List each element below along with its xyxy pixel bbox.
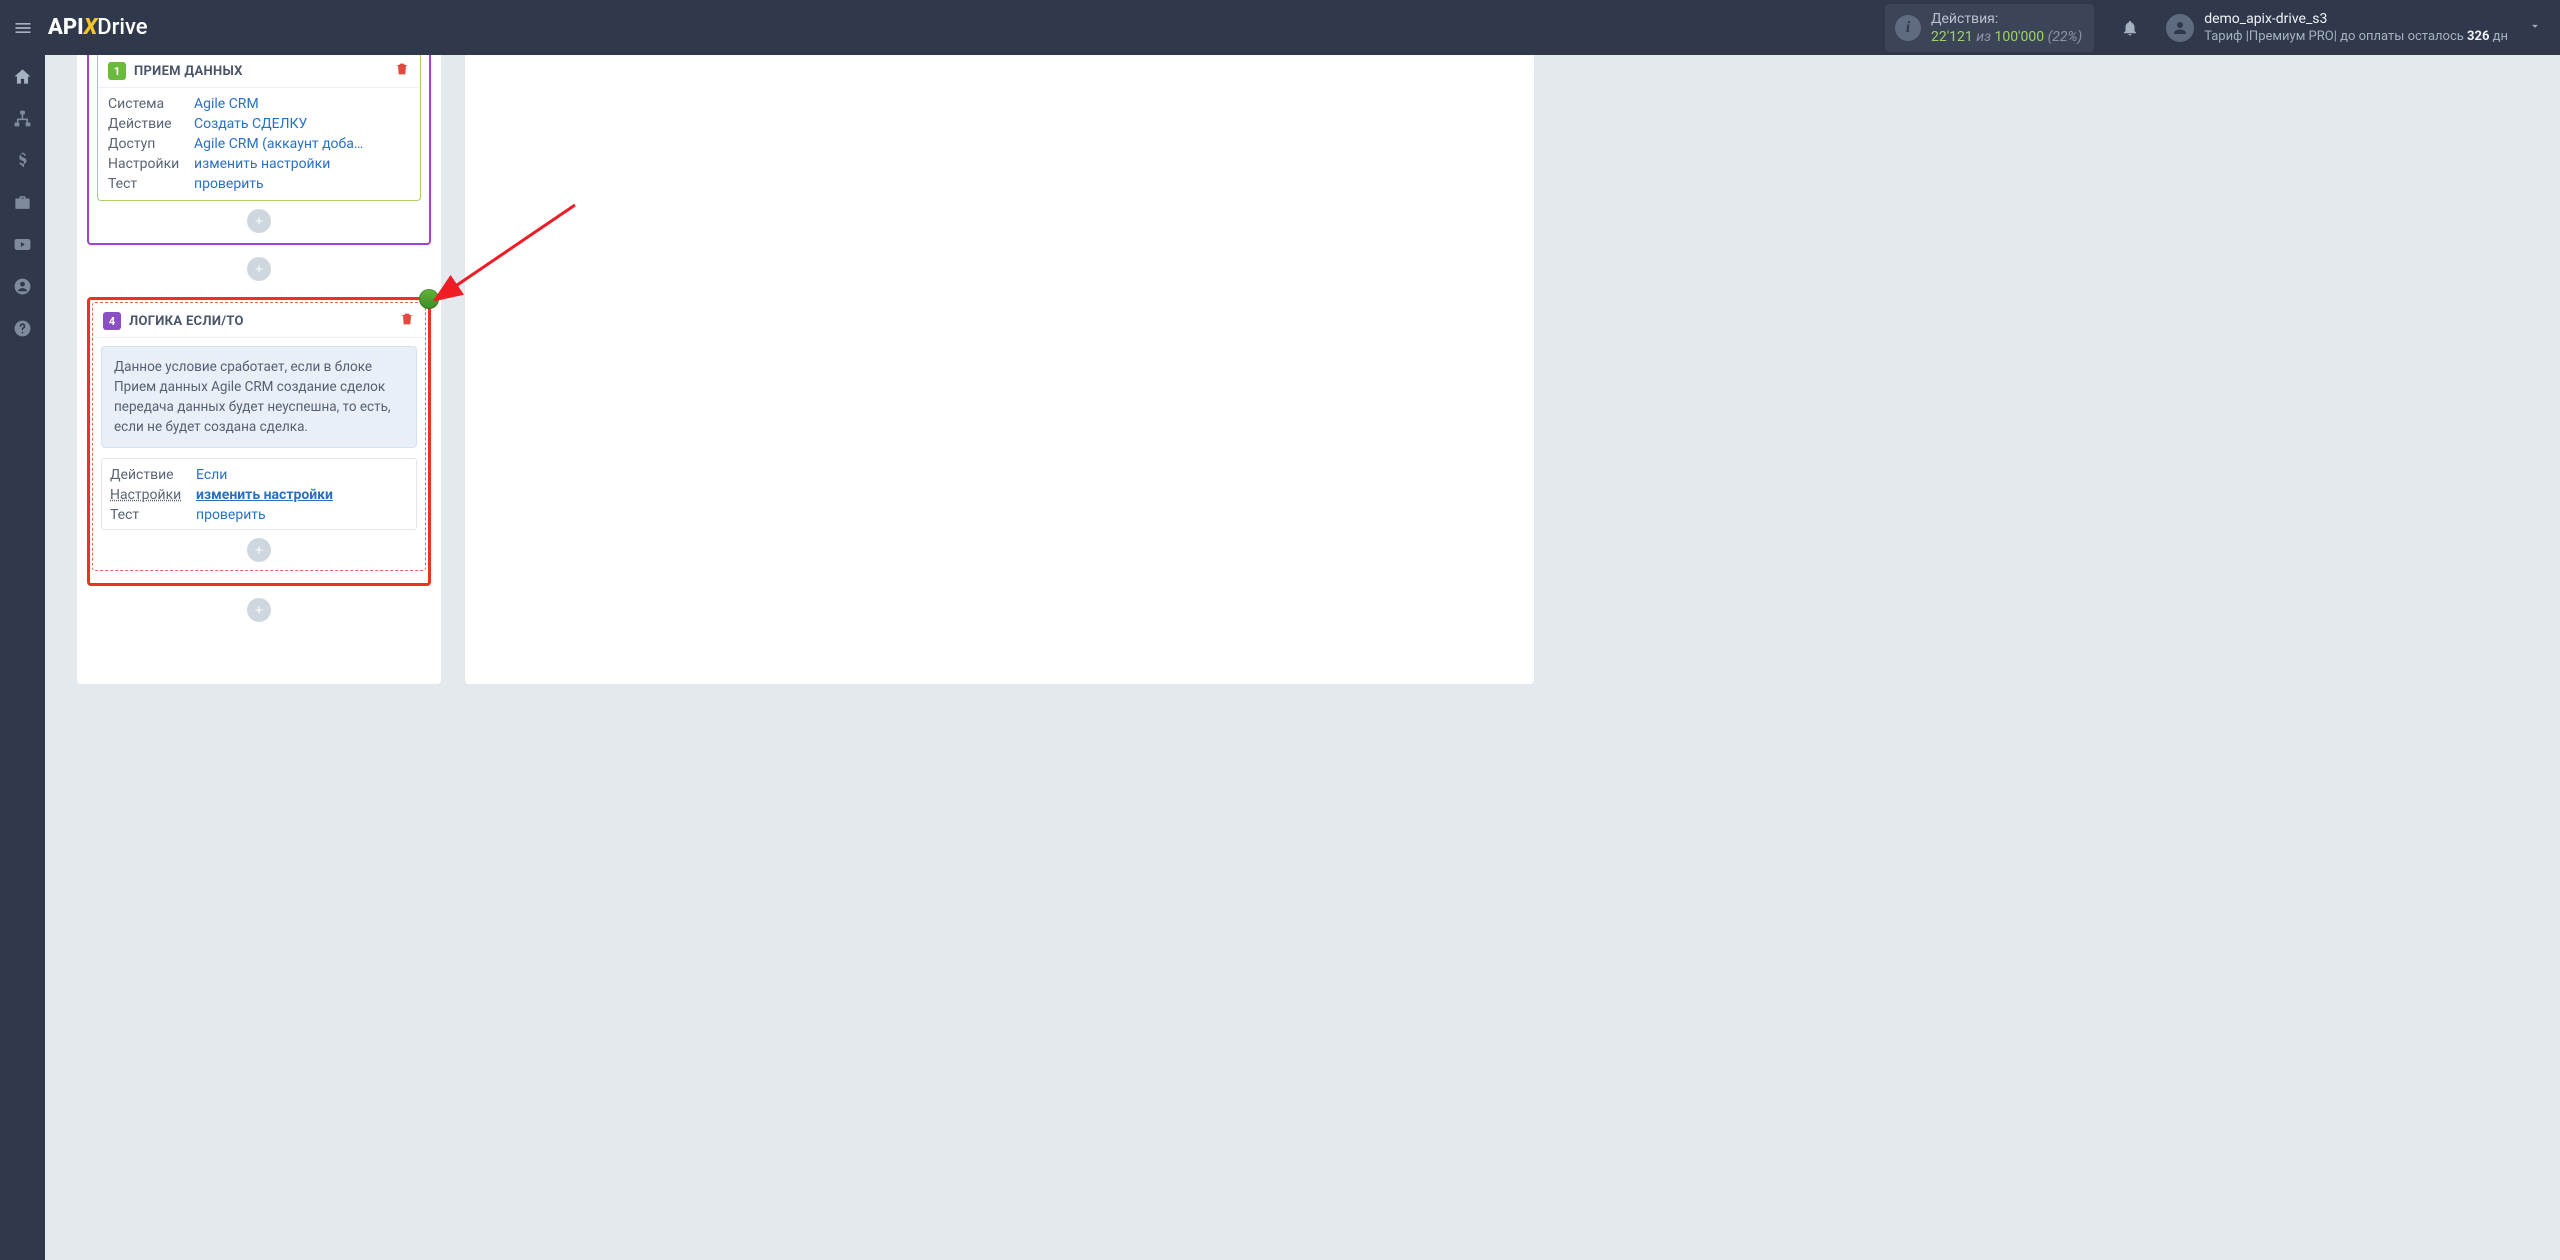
kv-key: Тест [108, 176, 194, 192]
add-inner-button[interactable] [247, 209, 271, 233]
kv-key: Настройки [110, 487, 196, 503]
status-dot-green [419, 289, 439, 309]
sidebar-briefcase-icon[interactable] [0, 181, 45, 223]
block2-badge: 4 [103, 312, 121, 330]
left-panel: 1 ПРИЕМ ДАННЫХ СистемаAgile CRM Действие… [77, 55, 441, 684]
block-logic-ifthen: 4 ЛОГИКА ЕСЛИ/ТО Данное условие сработае… [87, 297, 431, 586]
user-menu[interactable]: demo_apix-drive_s3 Тариф |Премиум PRO| д… [2166, 11, 2548, 45]
block2-title: ЛОГИКА ЕСЛИ/ТО [129, 314, 244, 329]
kv-val-test[interactable]: проверить [196, 507, 408, 523]
logo-api: API [48, 15, 84, 40]
block2-description: Данное условие сработает, если в блоке П… [101, 346, 417, 448]
menu-hamburger-icon[interactable] [0, 0, 45, 55]
actions-values: 22'121 из 100'000 (22%) [1931, 28, 2082, 46]
header: APIXDrive i Действия: 22'121 из 100'000 … [0, 0, 2560, 55]
add-inner-button[interactable] [247, 538, 271, 562]
kv-val-if[interactable]: Если [196, 467, 408, 483]
kv-key: Действие [108, 116, 194, 132]
trash-icon[interactable] [399, 311, 415, 331]
block2-table: ДействиеЕсли Настройкиизменить настройки… [101, 458, 417, 530]
avatar-icon [2166, 14, 2194, 42]
info-icon: i [1895, 15, 1921, 41]
sidebar-home-icon[interactable] [0, 55, 45, 97]
kv-val-system[interactable]: Agile CRM [194, 96, 410, 112]
kv-key: Система [108, 96, 194, 112]
sidebar-connections-icon[interactable] [0, 97, 45, 139]
actions-counter[interactable]: i Действия: 22'121 из 100'000 (22%) [1885, 4, 2094, 52]
right-panel [465, 55, 1534, 684]
kv-val-action[interactable]: Создать СДЕЛКУ [194, 116, 410, 132]
kv-val-access[interactable]: Agile CRM (аккаунт доба… [194, 136, 410, 152]
kv-val-settings[interactable]: изменить настройки [196, 487, 408, 503]
logo-drive: Drive [97, 15, 147, 40]
bell-icon[interactable] [2112, 19, 2148, 37]
user-name: demo_apix-drive_s3 [2204, 11, 2508, 28]
kv-key: Доступ [108, 136, 194, 152]
block-data-receive: 1 ПРИЕМ ДАННЫХ СистемаAgile CRM Действие… [87, 55, 431, 245]
sidebar-user-icon[interactable] [0, 265, 45, 307]
main-content: 1 ПРИЕМ ДАННЫХ СистемаAgile CRM Действие… [45, 55, 1560, 772]
kv-key: Действие [110, 467, 196, 483]
kv-key: Настройки [108, 156, 194, 172]
kv-key: Тест [110, 507, 196, 523]
sidebar-billing-icon[interactable] [0, 139, 45, 181]
block1-title: ПРИЕМ ДАННЫХ [134, 64, 243, 79]
chevron-down-icon [2528, 18, 2548, 37]
trash-icon[interactable] [394, 61, 410, 81]
actions-label: Действия: [1931, 10, 2082, 28]
add-between-button[interactable] [247, 257, 271, 281]
logo[interactable]: APIXDrive [48, 15, 148, 40]
sidebar-video-icon[interactable] [0, 223, 45, 265]
user-tariff: Тариф |Премиум PRO| до оплаты осталось 3… [2204, 28, 2508, 45]
sidebar-help-icon[interactable] [0, 307, 45, 349]
add-below-button[interactable] [247, 598, 271, 622]
sidebar [0, 55, 45, 1260]
kv-val-settings[interactable]: изменить настройки [194, 156, 410, 172]
block1-badge: 1 [108, 62, 126, 80]
logo-x: X [84, 15, 98, 40]
block1-table: СистемаAgile CRM ДействиеСоздать СДЕЛКУ … [98, 88, 420, 198]
kv-val-test[interactable]: проверить [194, 176, 410, 192]
